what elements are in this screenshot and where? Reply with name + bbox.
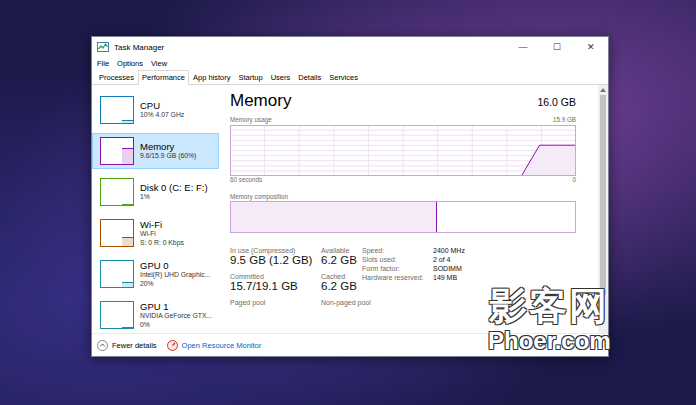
sidebar: CPU10% 4.07 GHz Memory9.6/15.9 GB (60%) Di… xyxy=(92,85,219,333)
menu-item[interactable]: Options xyxy=(117,59,143,68)
chart-x-start: 60 seconds xyxy=(230,176,262,185)
chart-segment xyxy=(540,145,558,146)
tab[interactable]: Performance xyxy=(138,70,189,85)
sidebar-item[interactable]: CPU10% 4.07 GHz xyxy=(92,92,219,128)
sidebar-item[interactable]: GPU 1NVIDIA GeForce GTX...0% xyxy=(92,297,219,333)
sidebar-item[interactable]: Wi-FiWi-FiS: 0 R: 0 Kbps xyxy=(92,215,219,251)
scrollbar[interactable] xyxy=(598,85,608,333)
sidebar-item-name: GPU 1 xyxy=(140,301,212,312)
sidebar-item-detail: 1% xyxy=(140,193,208,202)
sidebar-item-detail: NVIDIA GeForce GTX... xyxy=(140,312,212,321)
fewer-details-button[interactable]: Fewer details xyxy=(97,340,157,351)
detail-label: Hardware reserved: xyxy=(362,274,433,281)
stat: In use (Compressed)9.5 GB (1.2 GB) xyxy=(230,247,321,268)
thumbnail-graph xyxy=(100,260,134,288)
desktop: Task Manager—☐✕FileOptionsViewProcessesP… xyxy=(0,0,696,405)
menu-item[interactable]: View xyxy=(151,59,167,68)
window-title: Task Manager xyxy=(114,43,164,52)
sidebar-item-name: Disk 0 (C: E: F:) xyxy=(140,182,208,193)
total-memory: 16.0 GB xyxy=(537,96,576,108)
memory-panel: Memory 16.0 GB Memory usage 15.9 GB 60 secon… xyxy=(219,85,598,333)
sidebar-item-name: Wi-Fi xyxy=(140,219,184,230)
tab[interactable]: Services xyxy=(325,70,362,84)
menu-bar: File Options View xyxy=(92,57,608,70)
sidebar-item-name: Memory xyxy=(140,141,196,152)
scroll-up-icon[interactable] xyxy=(600,88,606,92)
tab[interactable]: App history xyxy=(189,70,235,84)
sidebar-item-detail: 20% xyxy=(140,280,210,289)
thumbnail-graph xyxy=(100,137,134,165)
sidebar-item-detail: S: 0 R: 0 Kbps xyxy=(140,239,184,248)
resource-monitor-link[interactable]: Open Resource Monitor xyxy=(167,340,262,351)
title-bar: Task Manager —☐✕ xyxy=(92,37,608,57)
detail-label: Speed: xyxy=(362,247,433,254)
window-control-button[interactable]: — xyxy=(506,37,540,57)
thumbnail-graph xyxy=(100,96,134,124)
stat: Available6.2 GB xyxy=(321,247,362,268)
tab-bar: ProcessesPerformanceApp historyStartupUs… xyxy=(92,70,608,85)
tab[interactable]: Details xyxy=(294,70,325,84)
chevron-up-icon xyxy=(97,340,108,351)
stat: Paged pool xyxy=(230,299,321,306)
detail-value: SODIMM xyxy=(433,265,465,272)
sidebar-item-detail: Wi-Fi xyxy=(140,230,184,239)
chart-x-end: 0 xyxy=(572,176,576,185)
menu-item[interactable]: File xyxy=(97,59,109,68)
detail-value: 149 MB xyxy=(433,274,465,281)
window-control-button[interactable]: ✕ xyxy=(574,37,608,57)
thumbnail-graph xyxy=(100,178,134,206)
sidebar-item-detail: 10% 4.07 GHz xyxy=(140,111,184,120)
window-control-button[interactable]: ☐ xyxy=(540,37,574,57)
sidebar-item-name: CPU xyxy=(140,100,184,111)
chart-segment xyxy=(521,145,539,176)
detail-label: Form factor: xyxy=(362,265,433,272)
sidebar-item[interactable]: Memory9.6/15.9 GB (60%) xyxy=(92,133,219,169)
memory-usage-chart xyxy=(230,125,576,176)
tab[interactable]: Users xyxy=(267,70,295,84)
watermark: 影客网Phoer.com xyxy=(488,286,611,354)
stat: Cached6.2 GB xyxy=(321,273,362,294)
task-manager-window: Task Manager—☐✕FileOptionsViewProcessesP… xyxy=(91,36,609,357)
sidebar-item-detail: 0% xyxy=(140,321,212,330)
resource-monitor-icon xyxy=(167,340,178,351)
detail-value: 2400 MHz xyxy=(433,247,465,254)
thumbnail-graph xyxy=(100,301,134,329)
sidebar-item-name: GPU 0 xyxy=(140,260,210,271)
tab[interactable]: Processes xyxy=(95,70,138,84)
chart-label: Memory usage xyxy=(230,116,272,125)
task-manager-icon xyxy=(97,41,109,53)
sidebar-item[interactable]: Disk 0 (C: E: F:)1% xyxy=(92,174,219,210)
detail-label: Slots used: xyxy=(362,256,433,263)
sidebar-item[interactable]: GPU 0Intel(R) UHD Graphic...20% xyxy=(92,256,219,292)
stat: Committed15.7/19.1 GB xyxy=(230,273,321,294)
memory-composition-bar xyxy=(230,201,576,233)
detail-value: 2 of 4 xyxy=(433,256,465,263)
chart-max-label: 15.9 GB xyxy=(553,116,576,125)
sidebar-item-detail: Intel(R) UHD Graphic... xyxy=(140,271,210,280)
composition-label: Memory composition xyxy=(230,193,288,202)
footer: Fewer details Open Resource Monitor xyxy=(92,333,608,356)
thumbnail-graph xyxy=(100,219,134,247)
scroll-thumb[interactable] xyxy=(600,95,606,295)
panel-title: Memory xyxy=(230,91,291,111)
in-use-segment xyxy=(231,202,437,232)
tab[interactable]: Startup xyxy=(234,70,266,84)
chart-segment xyxy=(558,145,576,146)
sidebar-item-detail: 9.6/15.9 GB (60%) xyxy=(140,152,196,161)
stat: Non-paged pool xyxy=(321,299,362,306)
